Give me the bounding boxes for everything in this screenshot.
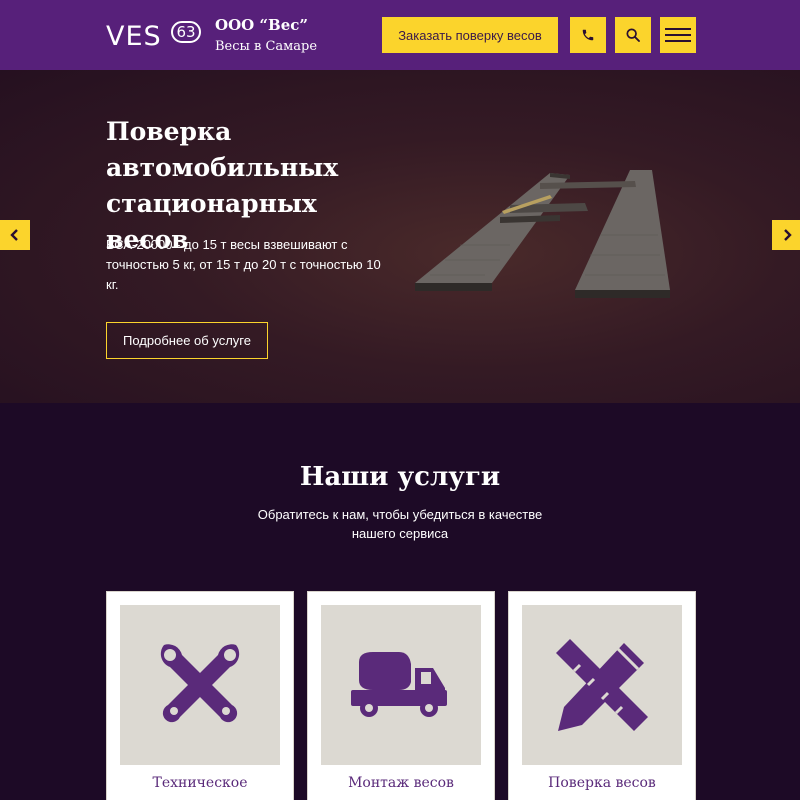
tools-icon [160, 644, 240, 723]
menu-button[interactable] [660, 17, 696, 53]
search-button[interactable] [615, 17, 651, 53]
logo-text: VES [106, 21, 162, 52]
card-image [120, 605, 280, 765]
card-label: Техническое [152, 775, 248, 791]
ruler-pencil-icon [556, 639, 648, 731]
card-label: Поверка весов [548, 775, 656, 791]
card-image [321, 605, 481, 765]
menu-icon [665, 28, 691, 42]
service-card-verification[interactable]: Поверка весов [508, 591, 696, 800]
phone-button[interactable] [570, 17, 606, 53]
company-name: ООО “Вес” [215, 16, 309, 34]
hero-description: ВСА-20000 - до 15 т весы взвешивают с то… [106, 237, 381, 292]
phone-icon [582, 29, 594, 41]
company-tagline: Весы в Самаре [215, 39, 318, 54]
site-header: VES 63 ООО “Вес” Весы в Самаре Заказать … [0, 0, 800, 70]
concrete-truck-icon [351, 652, 447, 717]
chevron-right-icon [784, 229, 792, 241]
service-card-maintenance[interactable]: Техническое [106, 591, 294, 800]
company-info: ООО “Вес” Весы в Самаре [215, 16, 317, 56]
slider-prev-button[interactable] [0, 220, 30, 250]
card-image [522, 605, 682, 765]
order-verification-button[interactable]: Заказать поверку весов [382, 17, 558, 53]
hero-slider: Поверка автомобильных стационарных весов… [0, 70, 800, 403]
search-icon [626, 28, 640, 42]
hero-details-button[interactable]: Подробнее об услуге [106, 322, 268, 359]
logo[interactable]: VES 63 [106, 20, 201, 56]
service-card-installation[interactable]: Монтаж весов [307, 591, 495, 800]
truck-scale-image [415, 170, 670, 298]
card-label: Монтаж весов [348, 775, 454, 791]
chevron-left-icon [10, 229, 18, 241]
logo-badge: 63 [171, 21, 201, 43]
services-subtitle: Обратитесь к нам, чтобы убедиться в каче… [257, 507, 543, 541]
slider-next-button[interactable] [772, 220, 800, 250]
services-title: Наши услуги [299, 462, 501, 492]
